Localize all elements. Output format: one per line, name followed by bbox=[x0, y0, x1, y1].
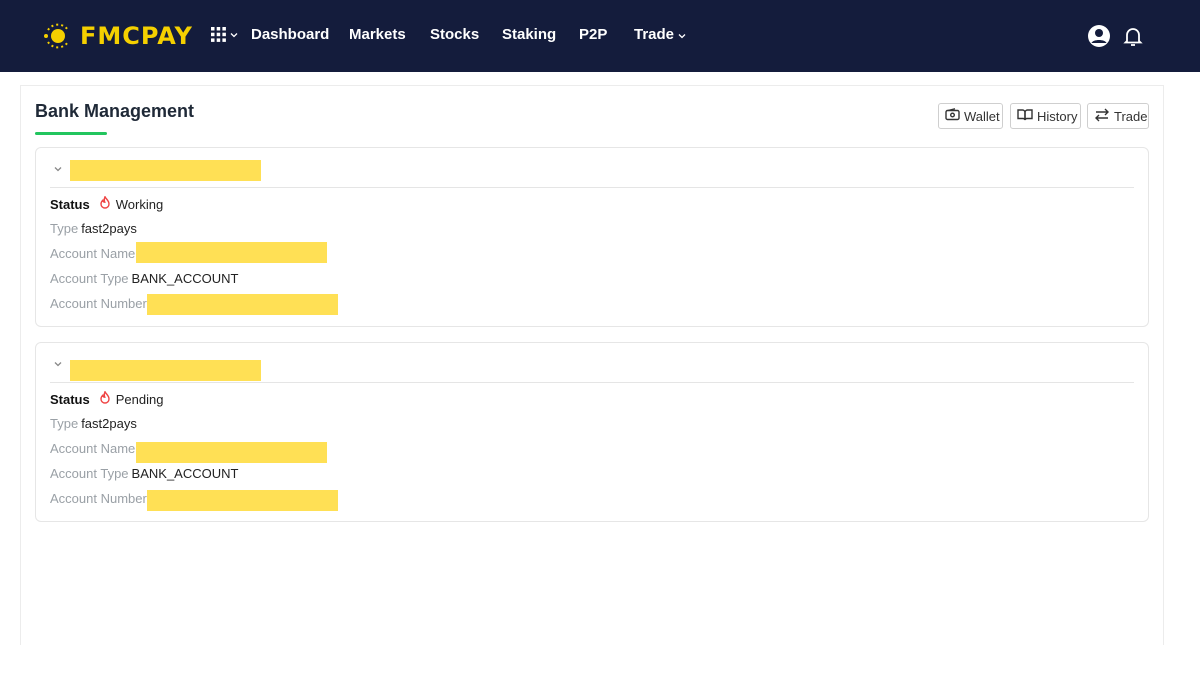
book-icon bbox=[1017, 108, 1037, 124]
brand-logo[interactable]: FMCPAY bbox=[42, 18, 193, 54]
title-underline bbox=[35, 132, 107, 135]
account-name-label: Account Name bbox=[50, 246, 136, 261]
nav-markets[interactable]: Markets bbox=[349, 26, 406, 43]
account-number-label: Account Number bbox=[50, 296, 147, 311]
chevron-down-icon bbox=[230, 32, 238, 38]
fire-icon bbox=[99, 390, 111, 407]
account-name-label: Account Name bbox=[50, 441, 136, 456]
swap-arrows-icon bbox=[1094, 108, 1114, 125]
top-nav-bar: FMCPAY Dashboard Markets Stocks Staking … bbox=[0, 0, 1200, 72]
wallet-button-label: Wallet bbox=[964, 108, 1000, 124]
page-title: Bank Management bbox=[35, 101, 195, 121]
status-row: Status Working bbox=[50, 195, 164, 212]
chevron-down-icon bbox=[678, 26, 686, 43]
type-value: fast2pays bbox=[81, 221, 137, 236]
bank-account-card: Status Pending Type fast2pays Account Na… bbox=[35, 342, 1149, 522]
wallet-icon bbox=[945, 108, 964, 124]
bank-account-card: Status Working Type fast2pays Account Na… bbox=[35, 147, 1149, 327]
account-type-row: Account Type BANK_ACCOUNT bbox=[50, 271, 238, 286]
trade-button[interactable]: Trade bbox=[1087, 103, 1149, 129]
status-label: Status bbox=[50, 196, 90, 212]
type-value: fast2pays bbox=[81, 416, 137, 431]
redacted-bank-name bbox=[70, 160, 261, 181]
wallet-button[interactable]: Wallet bbox=[938, 103, 1003, 129]
grid-icon bbox=[211, 27, 226, 42]
nav-trade-label: Trade bbox=[634, 26, 675, 43]
account-type-value: BANK_ACCOUNT bbox=[131, 466, 239, 481]
chevron-down-icon[interactable] bbox=[52, 162, 64, 174]
card-divider bbox=[50, 382, 1134, 383]
account-type-label: Account Type bbox=[50, 271, 129, 286]
account-number-label: Account Number bbox=[50, 491, 147, 506]
status-row: Status Pending bbox=[50, 390, 164, 407]
redacted-account-number bbox=[147, 294, 338, 315]
account-name-row: Account Name bbox=[50, 441, 135, 456]
redacted-account-name bbox=[136, 242, 327, 263]
nav-trade[interactable]: Trade bbox=[634, 26, 686, 43]
account-type-row: Account Type BANK_ACCOUNT bbox=[50, 466, 238, 481]
status-value: Pending bbox=[115, 391, 164, 407]
user-circle-icon[interactable] bbox=[1087, 24, 1111, 48]
account-number-row: Account Number bbox=[50, 491, 147, 506]
account-type-label: Account Type bbox=[50, 466, 129, 481]
fire-icon bbox=[99, 195, 111, 212]
brand-name: FMCPAY bbox=[80, 22, 193, 50]
redacted-bank-name bbox=[70, 360, 261, 381]
history-button[interactable]: History bbox=[1010, 103, 1081, 129]
account-number-row: Account Number bbox=[50, 296, 147, 311]
nav-stocks[interactable]: Stocks bbox=[430, 26, 479, 43]
chevron-down-icon[interactable] bbox=[52, 357, 64, 369]
type-row: Type fast2pays bbox=[50, 416, 137, 431]
logo-icon bbox=[42, 20, 74, 52]
bell-icon[interactable] bbox=[1121, 24, 1145, 48]
card-divider bbox=[50, 187, 1134, 188]
apps-menu-button[interactable] bbox=[211, 27, 238, 42]
nav-dashboard[interactable]: Dashboard bbox=[251, 26, 329, 43]
account-name-row: Account Name bbox=[50, 246, 135, 261]
history-button-label: History bbox=[1037, 108, 1078, 124]
nav-p2p[interactable]: P2P bbox=[579, 26, 607, 43]
account-type-value: BANK_ACCOUNT bbox=[131, 271, 239, 286]
redacted-account-name bbox=[136, 442, 327, 463]
trade-button-label: Trade bbox=[1114, 108, 1148, 124]
type-row: Type fast2pays bbox=[50, 221, 137, 236]
nav-staking[interactable]: Staking bbox=[502, 26, 556, 43]
status-label: Status bbox=[50, 391, 90, 407]
redacted-account-number bbox=[147, 490, 338, 511]
status-value: Working bbox=[115, 196, 164, 212]
type-label: Type bbox=[50, 416, 79, 431]
type-label: Type bbox=[50, 221, 79, 236]
